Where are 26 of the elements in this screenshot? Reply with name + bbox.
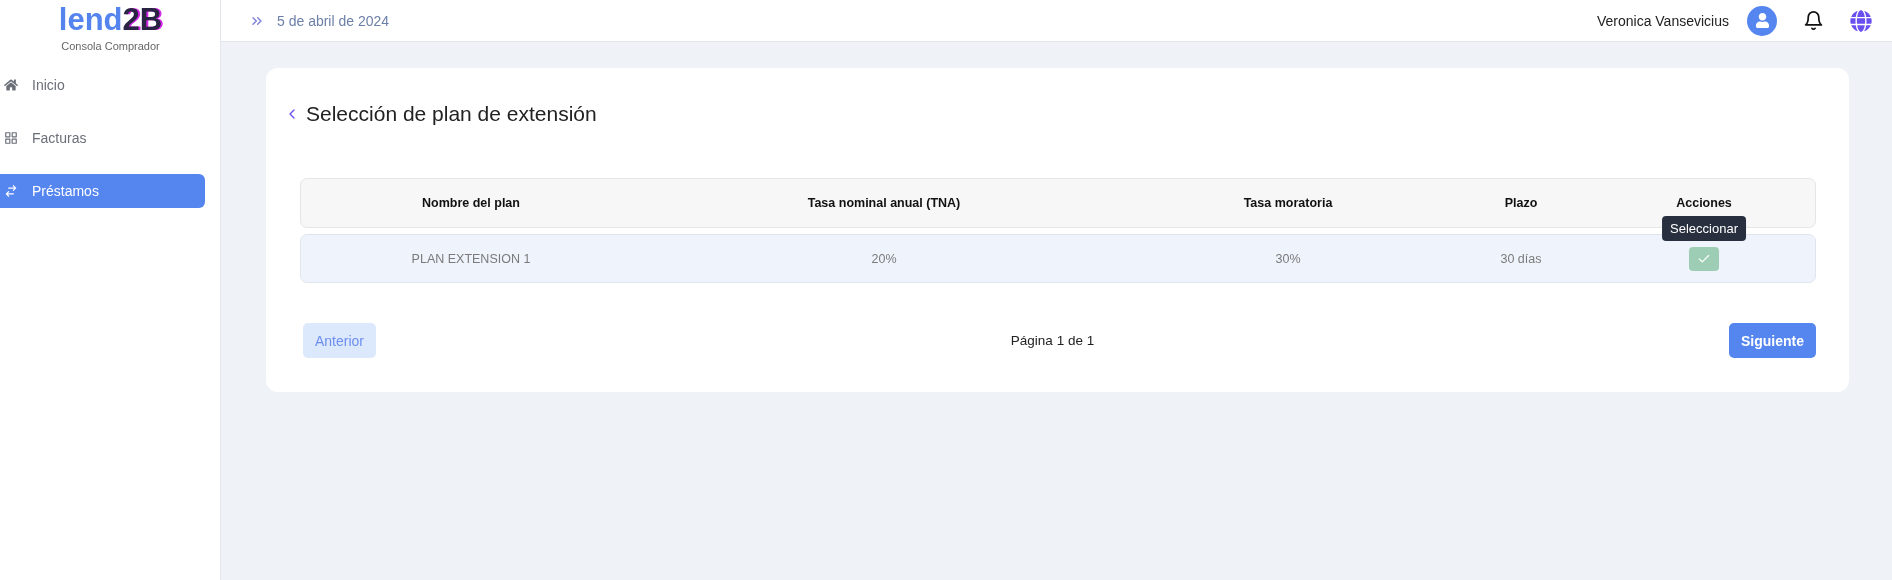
column-header: Tasa nominal anual (TNA): [806, 196, 962, 210]
swap-icon: [4, 184, 18, 198]
home-icon: [4, 78, 18, 92]
bell-icon[interactable]: [1803, 10, 1824, 31]
date-text: 5 de abril de 2024: [277, 12, 390, 29]
sidebar-item[interactable]: Préstamos: [0, 174, 205, 208]
column-header: Plazo: [1503, 196, 1539, 210]
page-info: Página 1 de 1: [1010, 333, 1095, 348]
globe-icon[interactable]: [1850, 9, 1872, 32]
table-cell-text: 20%: [870, 251, 898, 266]
page-title: Selección de plan de extensión: [306, 102, 597, 126]
table-cell-text: PLAN EXTENSION 1: [410, 251, 532, 266]
logo: lend2B: [58, 2, 163, 38]
tooltip: Seleccionar: [1662, 215, 1746, 241]
avatar-icon[interactable]: [1747, 5, 1777, 36]
next-button[interactable]: Siguiente: [1729, 323, 1816, 358]
sidebar-item[interactable]: Facturas: [0, 121, 205, 155]
column-header: Nombre del plan: [421, 196, 521, 210]
grid-icon: [4, 131, 18, 145]
table-cell-text: 30 días: [1499, 251, 1543, 266]
user-name: Veronica Vansevicius: [1596, 12, 1729, 29]
sidebar-item[interactable]: Inicio: [0, 68, 205, 102]
column-header: Acciones: [1675, 196, 1733, 210]
column-header: Tasa moratoria: [1242, 196, 1334, 210]
logo-subtitle: Consola Comprador: [61, 40, 160, 52]
table-cell-text: 30%: [1274, 251, 1302, 266]
